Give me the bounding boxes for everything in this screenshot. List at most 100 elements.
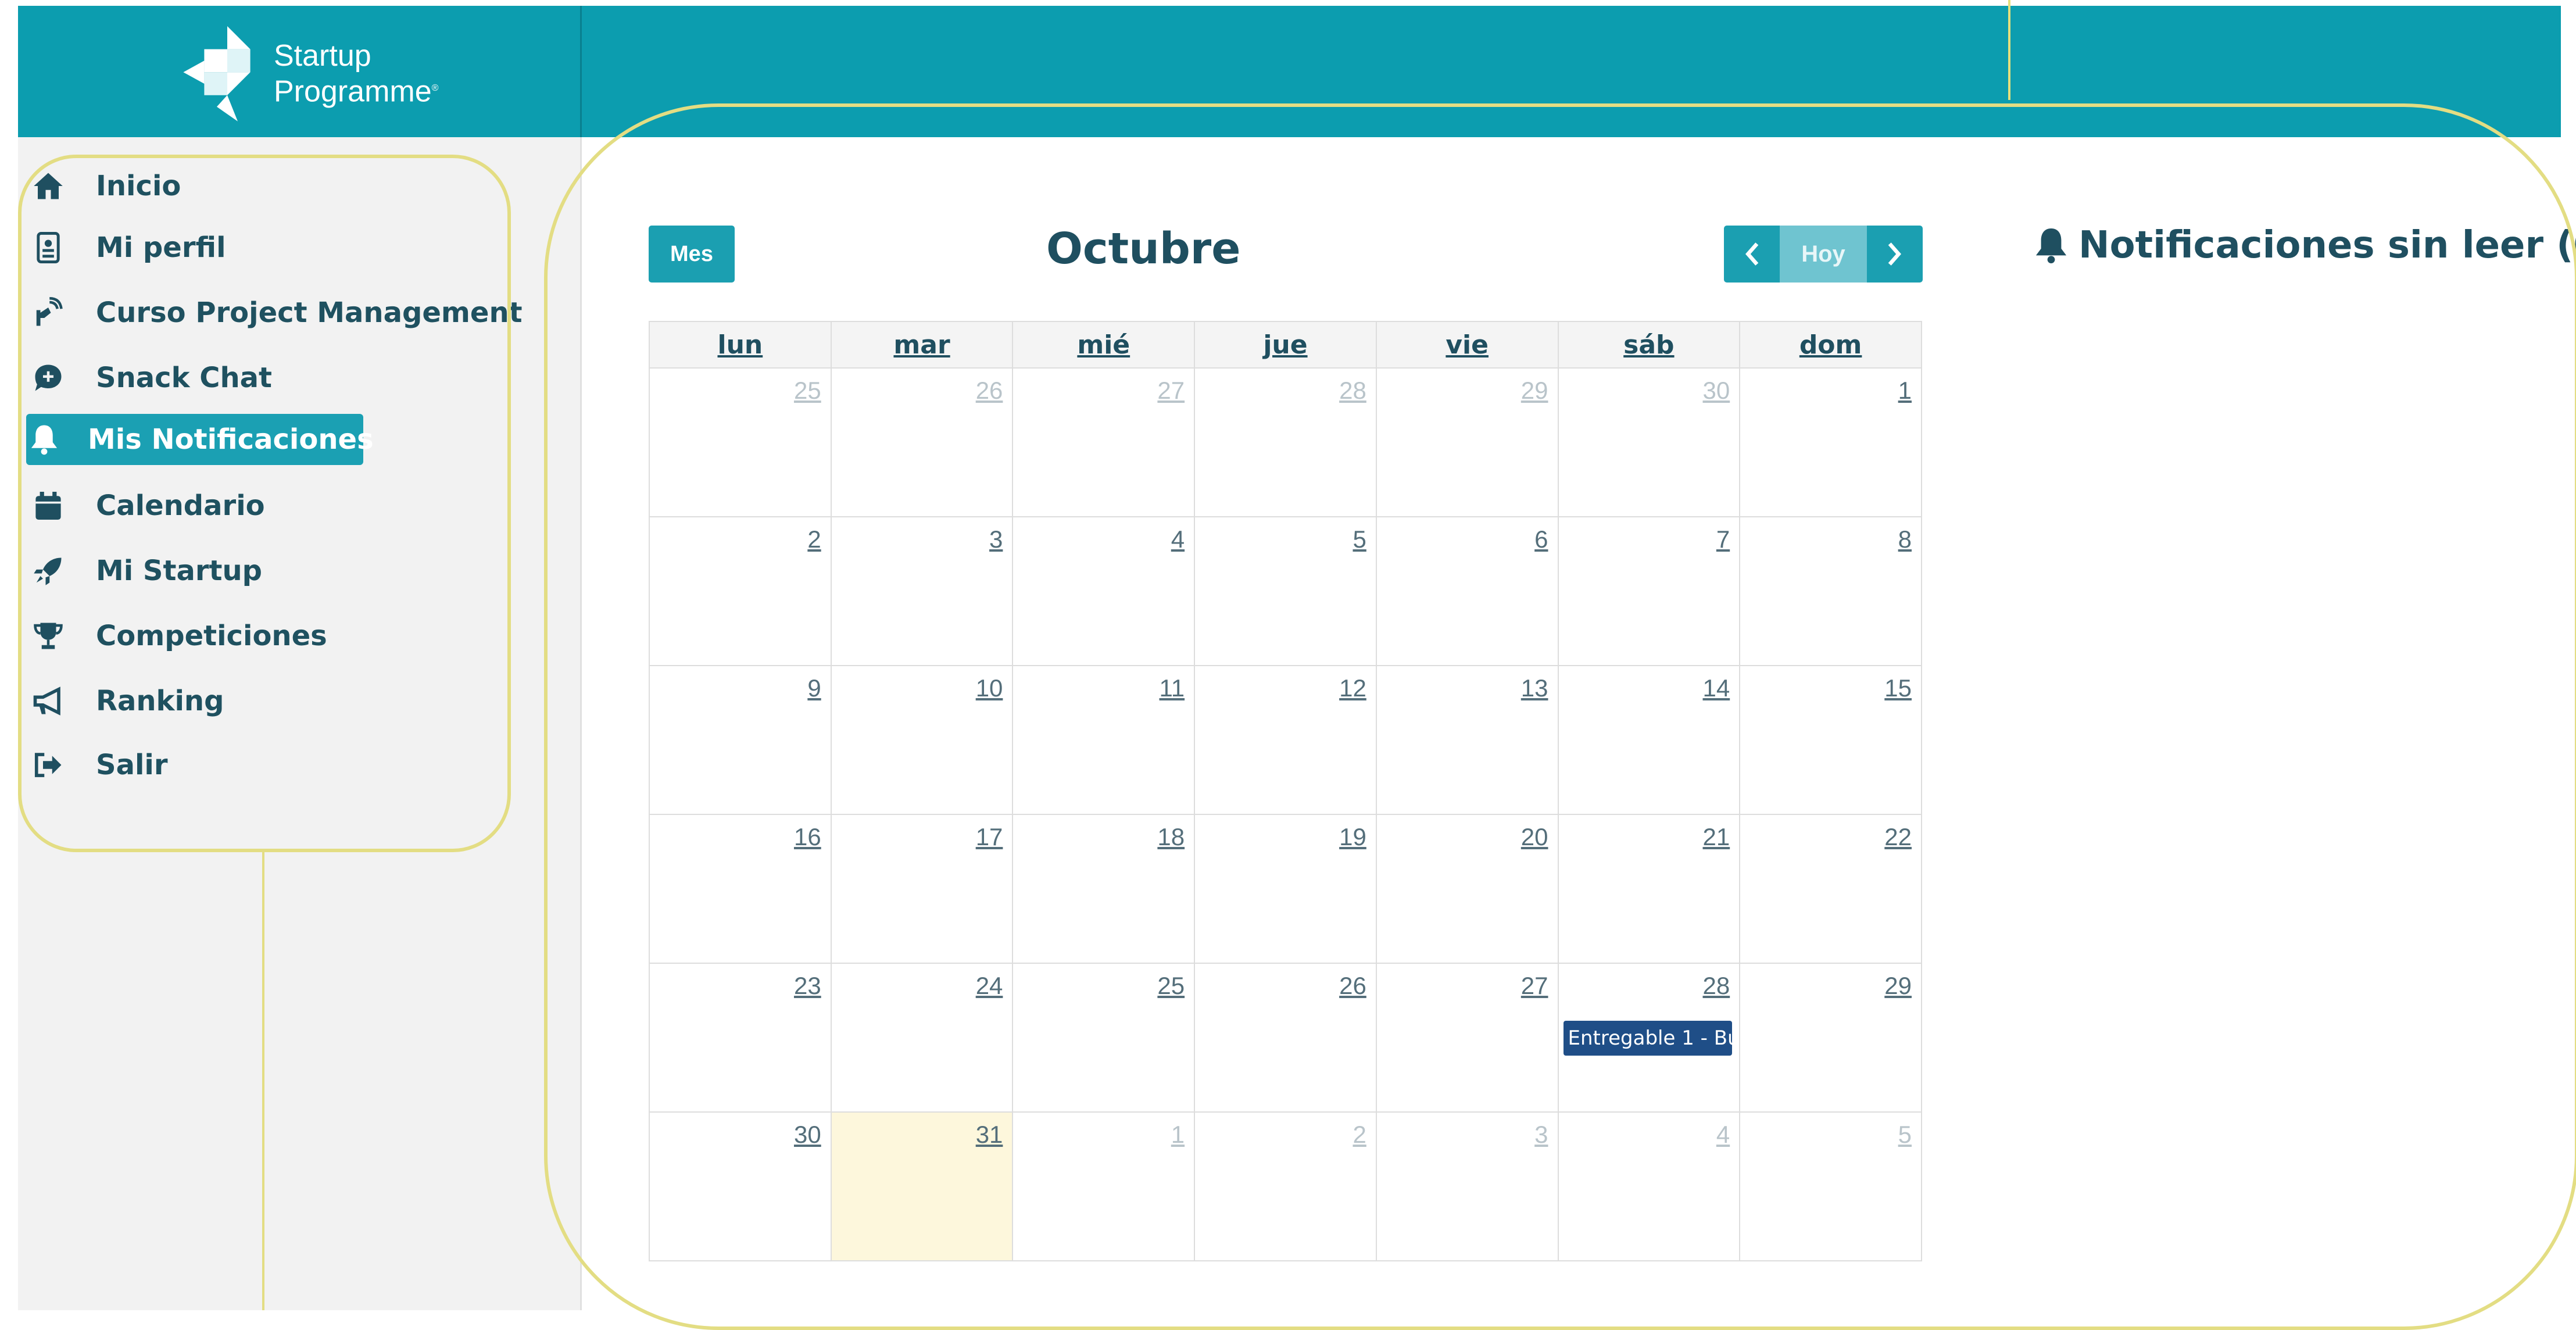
brand-area[interactable]: Startup Programme® [18,6,582,137]
day-cell[interactable]: 21 [1557,814,1741,964]
day-number[interactable]: 4 [1716,1121,1730,1149]
day-cell[interactable]: 22 [1739,814,1922,964]
sidebar-item-mis-notificaciones[interactable]: Mis Notificaciones [26,414,374,465]
day-cell[interactable]: 25 [1012,963,1196,1113]
day-cell[interactable]: 1 [1739,367,1922,517]
day-number[interactable]: 29 [1884,972,1912,1000]
day-number[interactable]: 18 [1157,823,1185,851]
weekday-header[interactable]: mié [1012,321,1196,369]
day-cell[interactable]: 23 [649,963,832,1113]
day-number[interactable]: 2 [807,525,821,553]
weekday-header[interactable]: mar [830,321,1014,369]
day-number[interactable]: 12 [1339,674,1366,702]
day-cell[interactable]: 29 [1375,367,1559,517]
day-cell[interactable]: 12 [1194,665,1377,815]
day-cell[interactable]: 4 [1557,1111,1741,1261]
day-cell[interactable]: 16 [649,814,832,964]
sidebar-item-snack-chat[interactable]: Snack Chat [26,352,567,403]
day-cell[interactable]: 2 [649,516,832,666]
day-cell[interactable]: 30 [649,1111,832,1261]
weekday-header[interactable]: sáb [1557,321,1741,369]
day-cell[interactable]: 27 [1012,367,1196,517]
day-number[interactable]: 19 [1339,823,1366,851]
day-number[interactable]: 16 [794,823,821,851]
sidebar-item-mi-perfil[interactable]: Mi perfil [26,222,567,273]
day-cell[interactable]: 20 [1375,814,1559,964]
month-view-button[interactable]: Mes [649,226,735,283]
day-number[interactable]: 10 [976,674,1003,702]
day-cell[interactable]: 14 [1557,665,1741,815]
day-cell[interactable]: 5 [1194,516,1377,666]
day-number[interactable]: 26 [976,377,1003,405]
day-number[interactable]: 6 [1534,525,1548,553]
day-number[interactable]: 15 [1884,674,1912,702]
day-cell[interactable]: 30 [1557,367,1741,517]
day-number[interactable]: 13 [1521,674,1548,702]
day-number[interactable]: 27 [1157,377,1185,405]
sidebar-item-mi-startup[interactable]: Mi Startup [26,545,567,596]
day-number[interactable]: 3 [989,525,1003,553]
day-number[interactable]: 30 [1703,377,1730,405]
day-number[interactable]: 2 [1353,1121,1366,1149]
day-number[interactable]: 28 [1703,972,1730,1000]
day-number[interactable]: 26 [1339,972,1366,1000]
day-cell[interactable]: 17 [830,814,1014,964]
day-number[interactable]: 25 [794,377,821,405]
day-number[interactable]: 29 [1521,377,1548,405]
day-cell[interactable]: 18 [1012,814,1196,964]
weekday-header[interactable]: vie [1375,321,1559,369]
day-cell[interactable]: 10 [830,665,1014,815]
calendar-event[interactable]: Entregable 1 - Bu [1563,1021,1732,1056]
day-cell[interactable]: 5 [1739,1111,1922,1261]
day-number[interactable]: 5 [1898,1121,1912,1149]
next-month-button[interactable] [1867,226,1923,283]
day-number[interactable]: 1 [1171,1121,1185,1149]
day-cell[interactable]: 11 [1012,665,1196,815]
day-number[interactable]: 24 [976,972,1003,1000]
day-number[interactable]: 4 [1171,525,1185,553]
day-cell[interactable]: 7 [1557,516,1741,666]
day-cell[interactable]: 3 [830,516,1014,666]
sidebar-item-ranking[interactable]: Ranking [26,675,567,727]
day-cell[interactable]: 26 [830,367,1014,517]
sidebar-item-curso[interactable]: Curso Project Management [26,287,567,338]
day-cell[interactable]: 1 [1012,1111,1196,1261]
sidebar-item-inicio[interactable]: Inicio [26,160,567,212]
day-number[interactable]: 1 [1898,377,1912,405]
today-cell[interactable]: 31 [830,1111,1014,1261]
day-number[interactable]: 27 [1521,972,1548,1000]
weekday-header[interactable]: lun [649,321,832,369]
day-cell[interactable]: 19 [1194,814,1377,964]
day-cell[interactable]: 28 [1194,367,1377,517]
day-cell[interactable]: 2 [1194,1111,1377,1261]
weekday-header[interactable]: dom [1739,321,1922,369]
day-number[interactable]: 9 [807,674,821,702]
day-number[interactable]: 31 [976,1121,1003,1149]
day-number[interactable]: 17 [976,823,1003,851]
day-cell[interactable]: 6 [1375,516,1559,666]
day-number[interactable]: 5 [1353,525,1366,553]
day-number[interactable]: 30 [794,1121,821,1149]
day-number[interactable]: 20 [1521,823,1548,851]
day-number[interactable]: 25 [1157,972,1185,1000]
day-cell[interactable]: 3 [1375,1111,1559,1261]
day-cell[interactable]: 26 [1194,963,1377,1113]
prev-month-button[interactable] [1724,226,1780,283]
day-number[interactable]: 3 [1534,1121,1548,1149]
day-cell[interactable]: 13 [1375,665,1559,815]
day-number[interactable]: 23 [794,972,821,1000]
day-cell[interactable]: 24 [830,963,1014,1113]
day-cell[interactable]: 28 Entregable 1 - Bu [1557,963,1741,1113]
day-cell[interactable]: 27 [1375,963,1559,1113]
day-cell[interactable]: 15 [1739,665,1922,815]
sidebar-item-competiciones[interactable]: Competiciones [26,610,567,662]
weekday-header[interactable]: jue [1194,321,1377,369]
day-number[interactable]: 21 [1703,823,1730,851]
day-cell[interactable]: 25 [649,367,832,517]
day-number[interactable]: 8 [1898,525,1912,553]
day-cell[interactable]: 8 [1739,516,1922,666]
sidebar-item-salir[interactable]: Salir [26,739,567,791]
day-number[interactable]: 28 [1339,377,1366,405]
day-number[interactable]: 14 [1703,674,1730,702]
day-number[interactable]: 11 [1160,674,1185,702]
